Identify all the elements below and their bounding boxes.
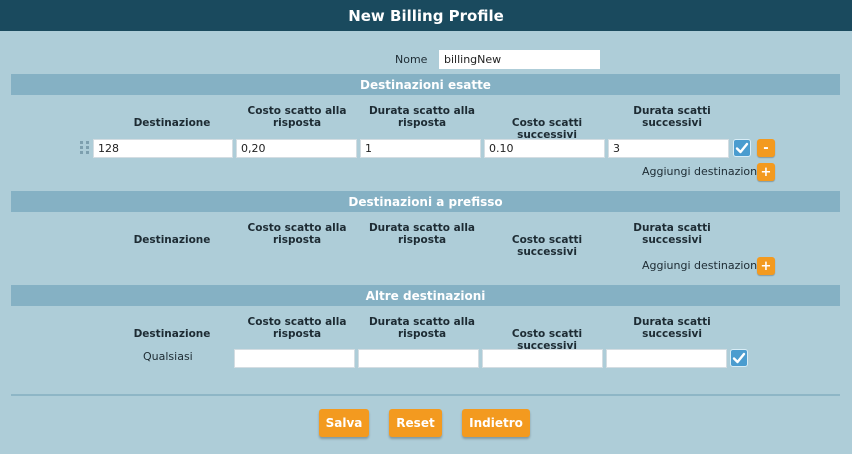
window-title: New Billing Profile — [0, 0, 852, 31]
col-header-costo-risposta: Costo scatto alla risposta — [247, 222, 347, 246]
col-header-durata-successivi: Durata scatti successivi — [633, 105, 711, 129]
other-durata-risposta-input[interactable] — [358, 349, 479, 368]
add-exact-destination-label[interactable]: Aggiungi destinazione — [642, 165, 764, 178]
col-header-durata-successivi: Durata scatti successivi — [633, 316, 711, 340]
col-header-destinazione: Destinazione — [133, 234, 211, 246]
other-row-checkbox[interactable] — [730, 349, 748, 367]
exact-durata-risposta-input[interactable] — [360, 139, 481, 158]
checkmark-icon — [735, 142, 749, 154]
col-header-costo-successivi: Costo scatti successivi — [511, 117, 583, 141]
remove-destination-button[interactable]: - — [757, 139, 775, 157]
exact-durata-successivi-input[interactable] — [608, 139, 729, 158]
other-durata-successivi-input[interactable] — [606, 349, 727, 368]
section-header-exact: Destinazioni esatte — [11, 74, 840, 95]
drag-handle-icon[interactable] — [80, 141, 90, 155]
profile-name-input[interactable] — [439, 50, 600, 69]
exact-costo-risposta-input[interactable] — [236, 139, 357, 158]
col-header-costo-successivi: Costo scatti successivi — [511, 234, 583, 258]
other-destination-label: Qualsiasi — [143, 350, 193, 363]
footer-divider — [11, 394, 840, 396]
reset-button[interactable]: Reset — [389, 409, 442, 437]
col-header-destinazione: Destinazione — [133, 117, 211, 129]
other-costo-successivi-input[interactable] — [482, 349, 603, 368]
col-header-durata-successivi: Durata scatti successivi — [633, 222, 711, 246]
exact-destinazione-input[interactable] — [93, 139, 233, 158]
section-header-prefix: Destinazioni a prefisso — [11, 191, 840, 212]
name-label: Nome — [395, 53, 428, 66]
checkmark-icon — [732, 352, 746, 364]
other-costo-risposta-input[interactable] — [234, 349, 355, 368]
col-header-durata-risposta: Durata scatto alla risposta — [368, 222, 476, 246]
add-prefix-destination-label[interactable]: Aggiungi destinazione — [642, 259, 764, 272]
save-button[interactable]: Salva — [319, 409, 369, 437]
col-header-costo-risposta: Costo scatto alla risposta — [247, 316, 347, 340]
col-header-destinazione: Destinazione — [133, 328, 211, 340]
col-header-costo-risposta: Costo scatto alla risposta — [247, 105, 347, 129]
section-header-other: Altre destinazioni — [11, 285, 840, 306]
exact-costo-successivi-input[interactable] — [484, 139, 605, 158]
exact-row-checkbox[interactable] — [733, 139, 751, 157]
back-button[interactable]: Indietro — [462, 409, 530, 437]
add-exact-destination-button[interactable]: + — [757, 163, 775, 181]
col-header-durata-risposta: Durata scatto alla risposta — [368, 316, 476, 340]
col-header-durata-risposta: Durata scatto alla risposta — [368, 105, 476, 129]
add-prefix-destination-button[interactable]: + — [757, 257, 775, 275]
